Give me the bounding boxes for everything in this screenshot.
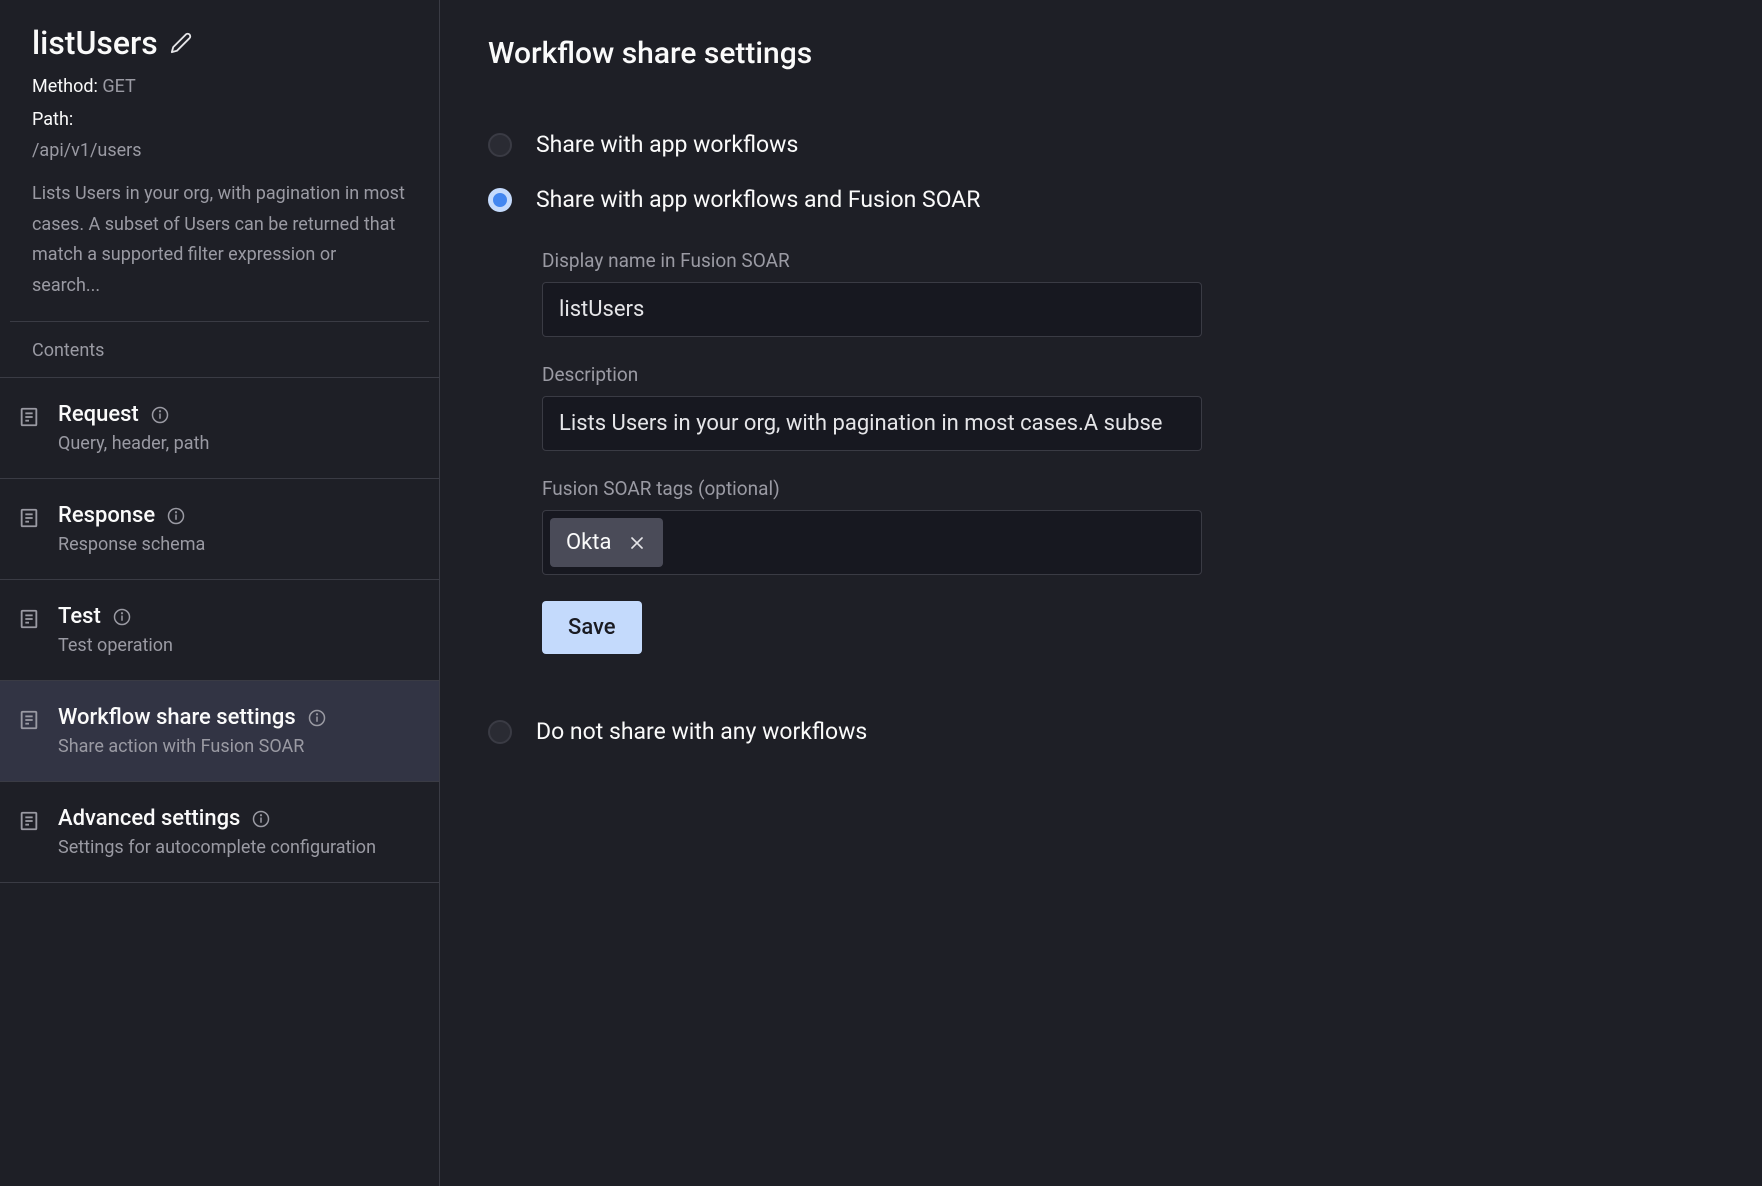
- method-label: Method:: [32, 76, 98, 97]
- nav-title: Advanced settings: [58, 806, 240, 831]
- path-label: Path:: [32, 109, 407, 130]
- display-name-field: Display name in Fusion SOAR: [542, 249, 1202, 337]
- nav-title: Test: [58, 604, 101, 629]
- api-title: listUsers: [32, 24, 158, 62]
- nav-title-row: Request: [58, 402, 209, 427]
- fusion-soar-form: Display name in Fusion SOAR Description …: [542, 249, 1202, 654]
- nav-item-workflow-share[interactable]: Workflow share settings Share action wit…: [0, 680, 439, 781]
- tag-text: Okta: [566, 530, 611, 555]
- nav-list: Request Query, header, path: [0, 377, 439, 883]
- nav-item-response[interactable]: Response Response schema: [0, 478, 439, 579]
- radio-label: Share with app workflows: [536, 131, 798, 158]
- tags-field: Fusion SOAR tags (optional) Okta: [542, 477, 1202, 575]
- radio-label: Share with app workflows and Fusion SOAR: [536, 186, 980, 213]
- document-icon: [18, 507, 40, 529]
- nav-item-request[interactable]: Request Query, header, path: [0, 377, 439, 478]
- tags-input[interactable]: Okta: [542, 510, 1202, 575]
- nav-item-test[interactable]: Test Test operation: [0, 579, 439, 680]
- nav-text: Test Test operation: [58, 604, 173, 656]
- description-input[interactable]: [542, 396, 1202, 451]
- document-icon: [18, 709, 40, 731]
- nav-title: Request: [58, 402, 139, 427]
- nav-text: Workflow share settings Share action wit…: [58, 705, 326, 757]
- path-value: /api/v1/users: [32, 140, 407, 161]
- tags-label: Fusion SOAR tags (optional): [542, 477, 1202, 500]
- save-button[interactable]: Save: [542, 601, 642, 654]
- nav-title-row: Test: [58, 604, 173, 629]
- document-icon: [18, 810, 40, 832]
- radio-icon[interactable]: [488, 720, 512, 744]
- nav-title: Response: [58, 503, 155, 528]
- contents-label: Contents: [0, 322, 439, 377]
- info-icon[interactable]: [113, 608, 131, 626]
- title-row: listUsers: [32, 24, 407, 62]
- nav-item-advanced[interactable]: Advanced settings Settings for autocompl…: [0, 781, 439, 883]
- nav-subtitle: Test operation: [58, 635, 173, 656]
- nav-title-row: Advanced settings: [58, 806, 376, 831]
- nav-title: Workflow share settings: [58, 705, 296, 730]
- sidebar: listUsers Method: GET Path: /api/v1/user…: [0, 0, 440, 1186]
- nav-text: Response Response schema: [58, 503, 205, 555]
- close-icon[interactable]: [627, 533, 647, 553]
- document-icon: [18, 608, 40, 630]
- method-value: GET: [102, 76, 135, 97]
- sidebar-header: listUsers Method: GET Path: /api/v1/user…: [0, 0, 439, 321]
- radio-option-app-and-fusion[interactable]: Share with app workflows and Fusion SOAR: [488, 186, 1714, 213]
- nav-subtitle: Response schema: [58, 534, 205, 555]
- api-description: Lists Users in your org, with pagination…: [32, 179, 407, 301]
- info-icon[interactable]: [151, 406, 169, 424]
- share-options-group: Share with app workflows Share with app …: [488, 131, 1714, 745]
- tag-chip: Okta: [550, 518, 663, 567]
- description-field: Description: [542, 363, 1202, 451]
- info-icon[interactable]: [252, 810, 270, 828]
- info-icon[interactable]: [167, 507, 185, 525]
- page-title: Workflow share settings: [488, 36, 1714, 71]
- nav-subtitle: Settings for autocomplete configuration: [58, 837, 376, 858]
- radio-icon[interactable]: [488, 133, 512, 157]
- radio-label: Do not share with any workflows: [536, 718, 867, 745]
- edit-icon[interactable]: [170, 32, 192, 54]
- nav-text: Advanced settings Settings for autocompl…: [58, 806, 376, 858]
- info-icon[interactable]: [308, 709, 326, 727]
- radio-option-app-workflows[interactable]: Share with app workflows: [488, 131, 1714, 158]
- radio-option-do-not-share[interactable]: Do not share with any workflows: [488, 718, 1714, 745]
- method-row: Method: GET: [32, 76, 407, 97]
- nav-text: Request Query, header, path: [58, 402, 209, 454]
- main-content: Workflow share settings Share with app w…: [440, 0, 1762, 1186]
- display-name-label: Display name in Fusion SOAR: [542, 249, 1202, 272]
- display-name-input[interactable]: [542, 282, 1202, 337]
- nav-title-row: Response: [58, 503, 205, 528]
- description-label: Description: [542, 363, 1202, 386]
- document-icon: [18, 406, 40, 428]
- radio-icon[interactable]: [488, 188, 512, 212]
- nav-title-row: Workflow share settings: [58, 705, 326, 730]
- nav-subtitle: Share action with Fusion SOAR: [58, 736, 326, 757]
- nav-subtitle: Query, header, path: [58, 433, 209, 454]
